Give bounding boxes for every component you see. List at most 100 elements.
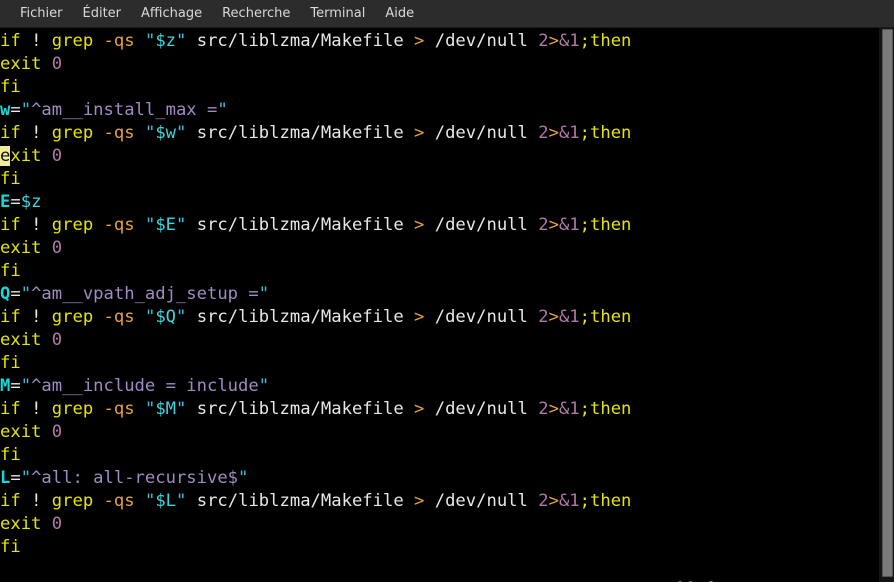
code-token: src/liblzma/Makefile	[186, 31, 415, 51]
code-token: $L	[155, 491, 177, 511]
code-token: if	[0, 31, 21, 51]
code-token: $z	[20, 192, 42, 212]
editor-line[interactable]: fi	[0, 76, 878, 99]
editor-line[interactable]: exit 0	[0, 329, 878, 352]
code-token: >	[548, 399, 559, 419]
editor-line[interactable]: w="^am__install_max ="	[0, 99, 878, 122]
code-token: ;	[579, 215, 590, 235]
code-token: then	[590, 399, 632, 419]
code-token: -qs	[103, 123, 135, 143]
menu-item-terminal[interactable]: Terminal	[300, 3, 375, 25]
code-token: fi	[0, 445, 21, 465]
code-token: ;	[579, 123, 590, 143]
menu-item-aide[interactable]: Aide	[375, 3, 424, 25]
code-token: >	[548, 307, 559, 327]
code-token: !	[31, 31, 42, 51]
code-token: >	[414, 123, 425, 143]
code-token: -qs	[103, 399, 135, 419]
code-token: ^am__install_max =	[31, 100, 218, 120]
code-token: >	[414, 31, 425, 51]
code-token: exit	[0, 514, 42, 534]
code-token: "	[144, 31, 156, 51]
editor-line[interactable]: L="^all: all-recursive$"	[0, 467, 878, 490]
editor-line[interactable]: exit 0	[0, 237, 878, 260]
code-token: !	[31, 215, 42, 235]
code-token: then	[590, 123, 632, 143]
menu-item-fichier[interactable]: Fichier	[10, 3, 73, 25]
code-token: fi	[0, 353, 21, 373]
code-token: >	[548, 215, 559, 235]
code-token: =	[10, 192, 21, 212]
editor-text-buffer[interactable]: if ! grep -qs "$z" src/liblzma/Makefile …	[0, 30, 878, 559]
code-token: ^am__include = include	[31, 376, 259, 396]
editor-line[interactable]: Q="^am__vpath_adj_setup ="	[0, 283, 878, 306]
code-token: exit	[0, 238, 42, 258]
code-token: ;	[579, 307, 590, 327]
code-token: then	[590, 307, 632, 327]
code-token: Q	[0, 284, 11, 304]
editor-line[interactable]: if ! grep -qs "$E" src/liblzma/Makefile …	[0, 214, 878, 237]
editor-line[interactable]: fi	[0, 352, 878, 375]
editor-line[interactable]: if ! grep -qs "$M" src/liblzma/Makefile …	[0, 398, 878, 421]
code-token: L	[0, 468, 11, 488]
menu-bar: Fichier Éditer Affichage Recherche Termi…	[0, 0, 894, 28]
editor-line[interactable]: if ! grep -qs "$z" src/liblzma/Makefile …	[0, 30, 878, 53]
code-token: !	[31, 307, 42, 327]
menu-item-editer[interactable]: Éditer	[73, 3, 132, 25]
code-token: src/liblzma/Makefile	[186, 215, 415, 235]
code-token: "	[258, 376, 270, 396]
code-token: "	[144, 215, 156, 235]
editor-line[interactable]: if ! grep -qs "$Q" src/liblzma/Makefile …	[0, 306, 878, 329]
code-token: src/liblzma/Makefile	[186, 123, 415, 143]
code-token: fi	[0, 261, 21, 281]
code-token: >	[548, 491, 559, 511]
code-token: if	[0, 215, 21, 235]
code-token: then	[590, 215, 632, 235]
editor-line[interactable]: if ! grep -qs "$L" src/liblzma/Makefile …	[0, 490, 878, 513]
code-token: >	[414, 307, 425, 327]
editor-line[interactable]: fi	[0, 168, 878, 191]
editor-line[interactable]: if ! grep -qs "$w" src/liblzma/Makefile …	[0, 122, 878, 145]
code-token: 0	[51, 238, 63, 258]
editor-line[interactable]: exit 0	[0, 421, 878, 444]
code-token: /dev/null	[424, 215, 539, 235]
editor-line[interactable]: exit 0	[0, 145, 878, 168]
code-token: E	[0, 192, 11, 212]
editor-line[interactable]: exit 0	[0, 53, 878, 76]
code-token: ;	[579, 491, 590, 511]
code-token: grep	[51, 31, 94, 51]
scrollbar-thumb[interactable]	[882, 29, 893, 578]
code-token: 2	[538, 215, 549, 235]
code-token: "	[238, 468, 249, 488]
code-token: src/liblzma/Makefile	[186, 491, 415, 511]
code-token: exit	[0, 330, 42, 350]
editor-line[interactable]: fi	[0, 444, 878, 467]
code-token: grep	[51, 307, 94, 327]
code-token: !	[31, 491, 42, 511]
code-token: /dev/null	[424, 307, 539, 327]
editor-line[interactable]: M="^am__include = include"	[0, 375, 878, 398]
menu-item-affichage[interactable]: Affichage	[131, 3, 212, 25]
vertical-scrollbar[interactable]	[878, 28, 894, 582]
code-token: fi	[0, 169, 21, 189]
menu-item-recherche[interactable]: Recherche	[212, 3, 300, 25]
code-token: !	[31, 123, 42, 143]
terminal-screen[interactable]: if ! grep -qs "$z" src/liblzma/Makefile …	[0, 28, 894, 582]
code-token: 2	[538, 399, 549, 419]
editor-line[interactable]: exit 0	[0, 513, 878, 536]
editor-line[interactable]: fi	[0, 260, 878, 283]
editor-line[interactable]: E=$z	[0, 191, 878, 214]
